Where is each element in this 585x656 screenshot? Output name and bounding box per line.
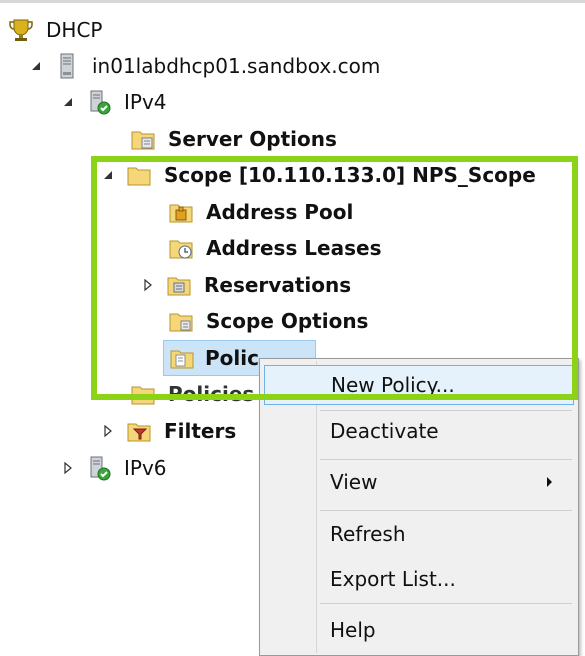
tree-node-label: in01labdhcp01.sandbox.com: [92, 54, 381, 78]
tree-node-label: Scope [10.110.133.0] NPS_Scope: [164, 163, 536, 187]
tree-node-label: Filters: [164, 419, 237, 443]
tree-node-label: Address Leases: [206, 236, 382, 260]
menu-item-label: Refresh: [330, 522, 406, 546]
tree-node-filters[interactable]: Filters: [100, 413, 236, 449]
expanded-arrow-icon[interactable]: [60, 94, 76, 110]
tree-node-label: DHCP: [46, 18, 103, 42]
folder-icon: [126, 162, 152, 188]
tree-node-address-pool[interactable]: Address Pool: [168, 194, 353, 230]
tree-node-label: IPv6: [124, 456, 167, 480]
dhcp-icon: [8, 17, 34, 43]
tree-node-label: Server Options: [168, 127, 337, 151]
tree-node-server-options[interactable]: Server Options: [130, 121, 337, 157]
context-menu: New Policy... Deactivate View Refresh Ex…: [259, 358, 579, 656]
collapsed-arrow-icon[interactable]: [140, 277, 156, 293]
collapsed-arrow-icon[interactable]: [60, 460, 76, 476]
menu-item-label: Deactivate: [330, 419, 439, 443]
tree-node-label: Address Pool: [206, 200, 354, 224]
tree-node-label: Policies: [168, 382, 255, 406]
tree-node-label: IPv4: [124, 90, 167, 114]
address-leases-icon: [168, 235, 194, 261]
tree-node-policies-server[interactable]: Policies: [130, 376, 254, 412]
tree-node-label: Reservations: [204, 273, 352, 297]
menu-separator: [320, 603, 572, 604]
ipv4-icon: [86, 89, 112, 115]
reservations-icon: [166, 272, 192, 298]
menu-item-export-list[interactable]: Export List...: [264, 559, 574, 599]
menu-item-label: New Policy...: [331, 373, 455, 397]
folder-icon: [130, 381, 156, 407]
tree-node-reservations[interactable]: Reservations: [140, 267, 351, 303]
scope-options-icon: [168, 308, 194, 334]
expanded-arrow-icon[interactable]: [28, 58, 44, 74]
tree-node-server[interactable]: in01labdhcp01.sandbox.com: [28, 48, 380, 84]
menu-item-help[interactable]: Help: [264, 610, 574, 650]
window-top-border: [0, 0, 585, 3]
expanded-arrow-icon[interactable]: [100, 167, 116, 183]
menu-item-refresh[interactable]: Refresh: [264, 514, 574, 554]
tree-node-ipv6[interactable]: IPv6: [60, 450, 167, 486]
menu-item-label: Help: [330, 618, 376, 642]
address-pool-icon: [168, 199, 194, 225]
tree-node-scope[interactable]: Scope [10.110.133.0] NPS_Scope: [100, 157, 536, 193]
tree-node-dhcp[interactable]: DHCP: [8, 12, 102, 48]
policies-folder-icon: [169, 345, 195, 371]
menu-item-new-policy[interactable]: New Policy...: [264, 365, 574, 405]
ipv6-icon: [86, 455, 112, 481]
tree-node-scope-options[interactable]: Scope Options: [168, 303, 368, 339]
tree-node-label: Scope Options: [206, 309, 369, 333]
server-icon: [54, 53, 80, 79]
menu-separator: [320, 459, 572, 460]
options-folder-icon: [130, 126, 156, 152]
menu-item-label: Export List...: [330, 567, 456, 591]
menu-item-deactivate[interactable]: Deactivate: [264, 411, 574, 451]
menu-separator: [320, 510, 572, 511]
filters-icon: [126, 418, 152, 444]
collapsed-arrow-icon[interactable]: [100, 423, 116, 439]
tree-node-address-leases[interactable]: Address Leases: [168, 230, 382, 266]
submenu-arrow-icon: [547, 477, 552, 487]
tree-node-ipv4[interactable]: IPv4: [60, 84, 167, 120]
menu-item-label: View: [330, 470, 378, 494]
menu-item-view[interactable]: View: [264, 462, 574, 502]
